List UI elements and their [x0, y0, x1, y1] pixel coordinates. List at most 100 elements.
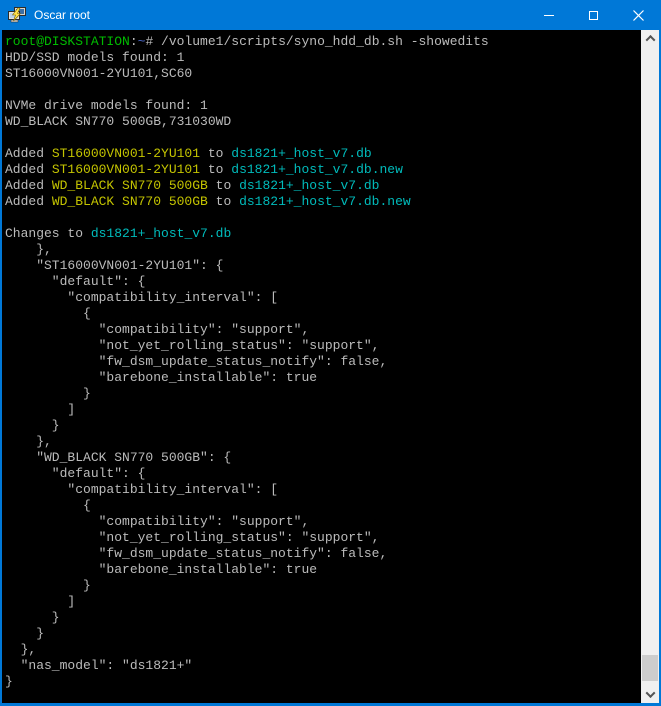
text-segment: ds1821+_host_v7.db.new	[239, 194, 411, 209]
terminal-line: }	[5, 610, 641, 626]
text-segment: ]	[5, 402, 75, 417]
text-segment: "compatibility_interval": [	[5, 290, 278, 305]
minimize-button[interactable]	[526, 0, 571, 30]
text-segment: "WD_BLACK SN770 500GB": {	[5, 450, 231, 465]
terminal-line: }	[5, 674, 641, 690]
text-segment: }	[5, 626, 44, 641]
text-segment: "barebone_installable": true	[5, 562, 317, 577]
terminal-line: {	[5, 306, 641, 322]
terminal-line: }	[5, 578, 641, 594]
terminal-line: root@DISKSTATION:~# /volume1/scripts/syn…	[5, 34, 641, 50]
text-segment: }	[5, 674, 13, 689]
terminal-line: WD_BLACK SN770 500GB,731030WD	[5, 114, 641, 130]
close-icon	[633, 10, 644, 21]
text-segment: ]	[5, 594, 75, 609]
terminal-line: "not_yet_rolling_status": "support",	[5, 530, 641, 546]
terminal-line: "fw_dsm_update_status_notify": false,	[5, 354, 641, 370]
text-segment: ds1821+_host_v7.db	[91, 226, 231, 241]
text-segment: "default": {	[5, 466, 145, 481]
text-segment: ST16000VN001-2YU101	[52, 146, 200, 161]
terminal-line: ST16000VN001-2YU101,SC60	[5, 66, 641, 82]
text-segment: },	[5, 642, 36, 657]
text-segment: "compatibility": "support",	[5, 322, 309, 337]
terminal-line: }	[5, 626, 641, 642]
terminal-line: "default": {	[5, 466, 641, 482]
text-segment: WD_BLACK SN770 500GB	[52, 194, 208, 209]
text-segment: Added	[5, 178, 52, 193]
terminal-line: ]	[5, 594, 641, 610]
text-segment: NVMe drive models found: 1	[5, 98, 208, 113]
text-segment: }	[5, 578, 91, 593]
text-segment: to	[200, 162, 231, 177]
chevron-down-icon	[645, 688, 655, 698]
terminal-line: "nas_model": "ds1821+"	[5, 658, 641, 674]
text-segment: "compatibility": "support",	[5, 514, 309, 529]
terminal-line: "fw_dsm_update_status_notify": false,	[5, 546, 641, 562]
text-segment: }	[5, 418, 60, 433]
terminal-line: "compatibility_interval": [	[5, 290, 641, 306]
titlebar: Oscar root	[0, 0, 661, 30]
text-segment: to	[208, 194, 239, 209]
terminal-line: "not_yet_rolling_status": "support",	[5, 338, 641, 354]
terminal-line: HDD/SSD models found: 1	[5, 50, 641, 66]
scrollbar-thumb[interactable]	[642, 655, 658, 681]
window-body: root@DISKSTATION:~# /volume1/scripts/syn…	[2, 30, 659, 703]
text-segment: "compatibility_interval": [	[5, 482, 278, 497]
text-segment: Changes to	[5, 226, 91, 241]
maximize-button[interactable]	[571, 0, 616, 30]
terminal-line	[5, 210, 641, 226]
terminal-line: Added WD_BLACK SN770 500GB to ds1821+_ho…	[5, 194, 641, 210]
terminal-line: NVMe drive models found: 1	[5, 98, 641, 114]
terminal-output[interactable]: root@DISKSTATION:~# /volume1/scripts/syn…	[2, 30, 641, 703]
text-segment: root@DISKSTATION	[5, 34, 130, 49]
terminal-line: "barebone_installable": true	[5, 370, 641, 386]
text-segment: "not_yet_rolling_status": "support",	[5, 338, 379, 353]
scrollbar[interactable]	[641, 30, 659, 703]
text-segment: }	[5, 386, 91, 401]
text-segment: },	[5, 242, 52, 257]
terminal-line: "compatibility": "support",	[5, 514, 641, 530]
text-segment: Added	[5, 146, 52, 161]
terminal-line: Added ST16000VN001-2YU101 to ds1821+_hos…	[5, 146, 641, 162]
text-segment: ST16000VN001-2YU101	[52, 162, 200, 177]
text-segment: "fw_dsm_update_status_notify": false,	[5, 546, 387, 561]
terminal-line: },	[5, 434, 641, 450]
text-segment: to	[208, 178, 239, 193]
terminal-line: },	[5, 242, 641, 258]
putty-icon	[8, 7, 26, 23]
terminal-line: }	[5, 418, 641, 434]
terminal-line: Added WD_BLACK SN770 500GB to ds1821+_ho…	[5, 178, 641, 194]
text-segment: {	[5, 498, 91, 513]
text-segment: },	[5, 434, 52, 449]
text-segment: HDD/SSD models found: 1	[5, 50, 184, 65]
terminal-line: "compatibility_interval": [	[5, 482, 641, 498]
scroll-down-button[interactable]	[641, 686, 659, 703]
terminal-line: Added ST16000VN001-2YU101 to ds1821+_hos…	[5, 162, 641, 178]
terminal-line: "default": {	[5, 274, 641, 290]
text-segment: "fw_dsm_update_status_notify": false,	[5, 354, 387, 369]
text-segment: WD_BLACK SN770 500GB,731030WD	[5, 114, 231, 129]
text-segment: Added	[5, 162, 52, 177]
scroll-up-button[interactable]	[641, 30, 659, 47]
text-segment: "ST16000VN001-2YU101": {	[5, 258, 223, 273]
text-segment: "not_yet_rolling_status": "support",	[5, 530, 379, 545]
text-segment: :	[130, 34, 138, 49]
terminal-line	[5, 130, 641, 146]
text-segment: }	[5, 610, 60, 625]
text-segment: "default": {	[5, 274, 145, 289]
terminal-line: ]	[5, 402, 641, 418]
text-segment: ds1821+_host_v7.db	[239, 178, 379, 193]
text-segment: WD_BLACK SN770 500GB	[52, 178, 208, 193]
text-segment: ds1821+_host_v7.db.new	[231, 162, 403, 177]
text-segment: "nas_model": "ds1821+"	[5, 658, 192, 673]
terminal-line: "compatibility": "support",	[5, 322, 641, 338]
window-title: Oscar root	[34, 8, 526, 22]
terminal-line: "barebone_installable": true	[5, 562, 641, 578]
close-button[interactable]	[616, 0, 661, 30]
terminal-line: }	[5, 386, 641, 402]
caption-buttons	[526, 0, 661, 30]
text-segment: "barebone_installable": true	[5, 370, 317, 385]
minimize-icon	[544, 15, 554, 16]
terminal-line: {	[5, 498, 641, 514]
terminal-line	[5, 82, 641, 98]
